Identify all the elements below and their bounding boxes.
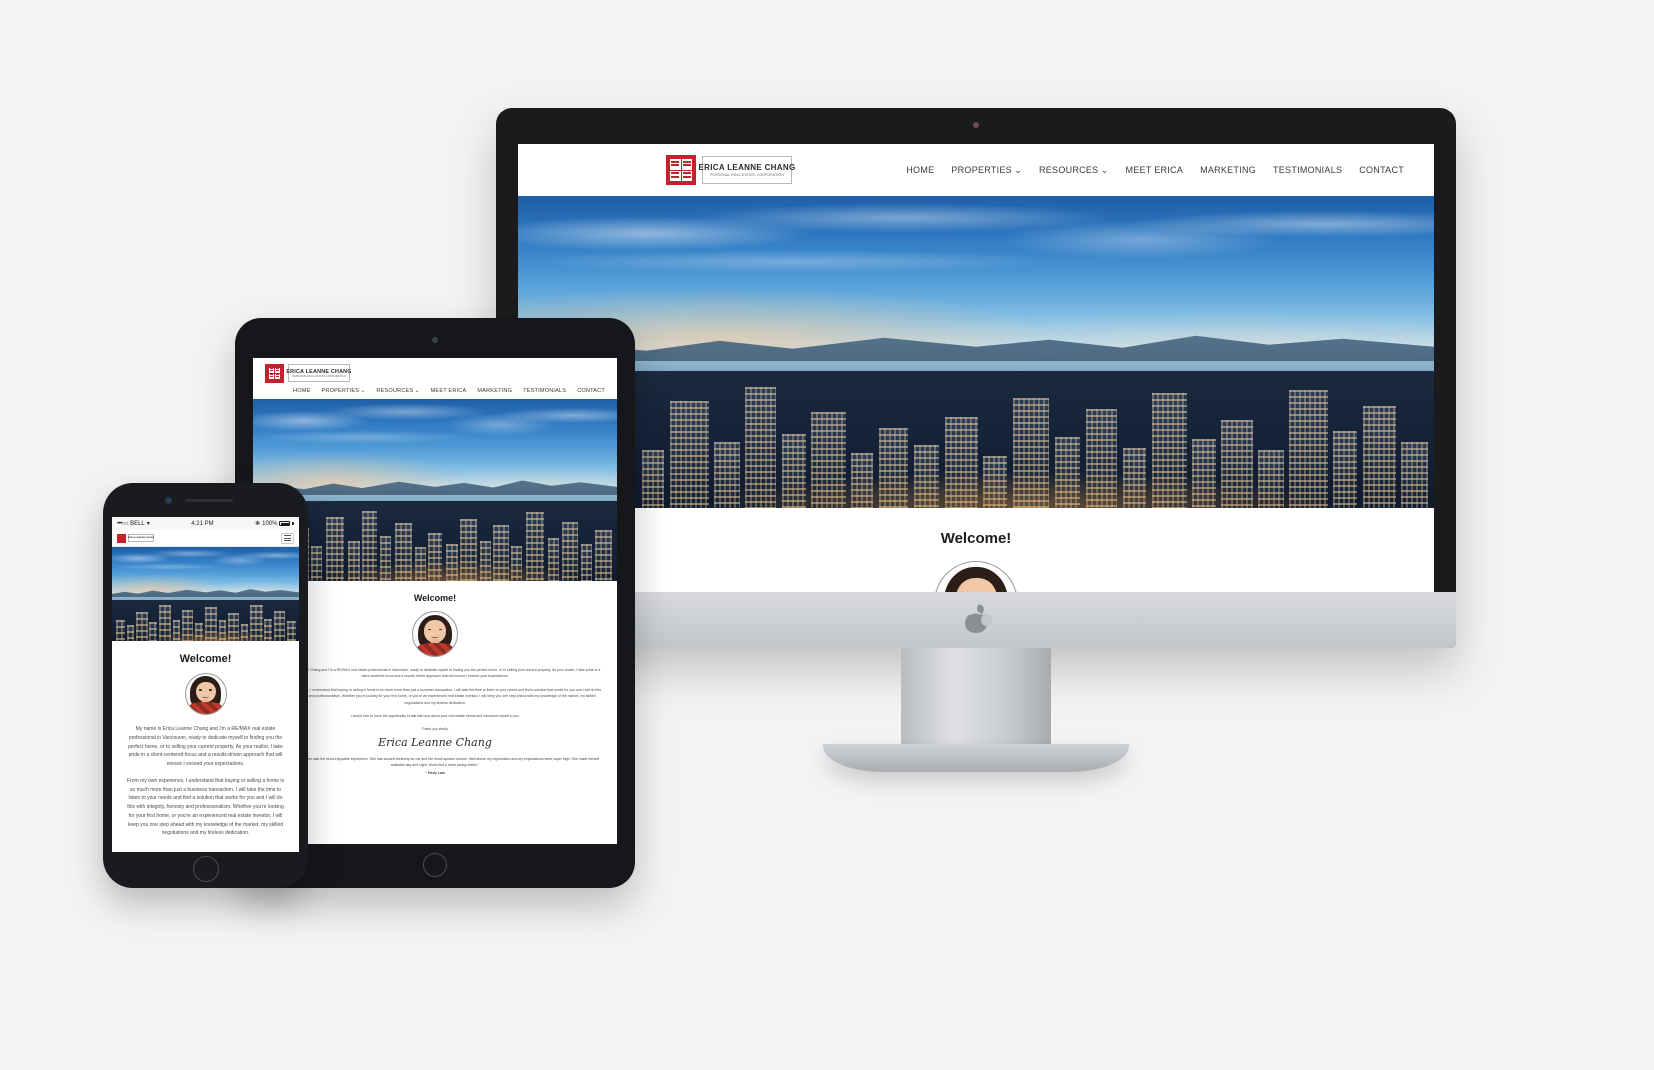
nav-item-contact[interactable]: CONTACT	[577, 388, 605, 394]
nav-item-properties[interactable]: PROPERTIES ⌄	[322, 388, 366, 394]
nav-item-marketing[interactable]: MARKETING	[477, 388, 512, 394]
ipad-home-button[interactable]	[423, 853, 447, 877]
iphone-speaker	[185, 499, 233, 502]
brand-name: ERICA LEANNE CHANG	[127, 537, 155, 539]
main-nav-desktop: HOME PROPERTIES ⌄ RESOURCES ⌄ MEET ERICA M…	[906, 165, 1404, 176]
welcome-paragraph-2: From my own experience, I understand tha…	[269, 687, 601, 705]
apple-logo-icon	[965, 604, 992, 633]
carrier-label: BELL	[130, 520, 145, 527]
nav-label: MEET ERICA	[430, 388, 467, 394]
brand-logo-tablet[interactable]: ERICA LEANNE CHANG PERSONAL REAL ESTATE …	[265, 363, 351, 383]
welcome-paragraph-3: I would love to have the opportunity to …	[350, 714, 520, 719]
welcome-title: Welcome!	[179, 653, 232, 665]
brand-logo-mobile[interactable]: ERICA LEANNE CHANG	[117, 533, 154, 543]
welcome-title: Welcome!	[940, 530, 1012, 547]
hamburger-menu-icon[interactable]	[281, 532, 294, 544]
brand-subtitle: PERSONAL REAL ESTATE CORPORATION	[292, 374, 346, 378]
imac-screen: ERICA LEANNE CHANG PERSONAL REAL ESTATE …	[518, 144, 1434, 592]
chevron-down-icon: ⌄	[1014, 164, 1022, 175]
imac-chin	[496, 592, 1456, 648]
nav-item-home[interactable]: HOME	[906, 165, 934, 175]
bluetooth-icon: ✻	[255, 521, 261, 527]
iphone-bezel: •••○○ BELL ▾ 4:21 PM ✻ 100% ERICA LEANNE…	[103, 483, 308, 888]
avatar	[934, 561, 1018, 592]
nav-label: HOME	[906, 165, 935, 175]
iphone-device: •••○○ BELL ▾ 4:21 PM ✻ 100% ERICA LEANNE…	[103, 483, 308, 888]
nav-item-meet-erica[interactable]: MEET ERICA	[431, 388, 467, 394]
imac-bezel: ERICA LEANNE CHANG PERSONAL REAL ESTATE …	[496, 108, 1456, 648]
welcome-title: Welcome!	[413, 593, 457, 603]
nav-label: RESOURCES	[1039, 165, 1099, 175]
brand-subtitle: PERSONAL REAL ESTATE CORPORATION	[710, 173, 784, 177]
nav-label: CONTACT	[577, 388, 605, 394]
main-nav-tablet: HOME PROPERTIES ⌄ RESOURCES ⌄ MEET ERICA M…	[253, 388, 617, 399]
hero-image-desktop	[518, 196, 1434, 508]
site-header-tablet: ERICA LEANNE CHANG PERSONAL REAL ESTATE …	[253, 358, 617, 388]
nav-item-marketing[interactable]: MARKETING	[1200, 165, 1256, 175]
welcome-paragraph-2: From my own experience, I understand tha…	[126, 777, 285, 837]
testimonial-author: ~ Hedy Lam	[424, 771, 446, 776]
nav-item-properties[interactable]: PROPERTIES ⌄	[951, 165, 1022, 176]
nav-label: MARKETING	[477, 388, 513, 394]
welcome-section-desktop: Welcome!	[518, 508, 1434, 592]
iphone-screen: •••○○ BELL ▾ 4:21 PM ✻ 100% ERICA LEANNE…	[112, 517, 299, 852]
site-header-mobile: ERICA LEANNE CHANG	[112, 530, 299, 547]
chinese-seal-icon	[666, 155, 696, 185]
nav-item-home[interactable]: HOME	[293, 388, 310, 394]
nav-label: PROPERTIES	[321, 388, 360, 394]
avatar	[184, 673, 227, 715]
nav-item-testimonials[interactable]: TESTIMONIALS	[1273, 165, 1342, 175]
hero-image-mobile	[112, 547, 299, 641]
nav-item-resources[interactable]: RESOURCES ⌄	[1039, 165, 1109, 176]
imac-stand-neck	[901, 648, 1051, 756]
nav-item-resources[interactable]: RESOURCES ⌄	[376, 388, 419, 394]
site-header-desktop: ERICA LEANNE CHANG PERSONAL REAL ESTATE …	[518, 144, 1434, 196]
avatar	[412, 611, 458, 657]
mockup-scene: ERICA LEANNE CHANG PERSONAL REAL ESTATE …	[0, 0, 1654, 1070]
nav-item-contact[interactable]: CONTACT	[1359, 165, 1404, 175]
chevron-down-icon: ⌄	[414, 388, 420, 394]
nav-label: MEET ERICA	[1125, 165, 1184, 175]
signature: Erica Leanne Chang	[378, 735, 492, 749]
brand-nameplate: ERICA LEANNE CHANG PERSONAL REAL ESTATE …	[286, 364, 351, 382]
status-bar-time: 4:21 PM	[191, 520, 214, 527]
chinese-seal-icon	[117, 533, 126, 543]
nav-label: PROPERTIES	[951, 165, 1012, 175]
testimonial-quote: "Erica made my first home sale the most …	[271, 756, 599, 768]
imac-camera-icon	[973, 122, 979, 128]
nav-label: MARKETING	[1200, 165, 1256, 175]
welcome-paragraph-1: My name is Erica Leanne Chang and I'm a …	[128, 726, 283, 767]
wifi-icon: ▾	[146, 521, 150, 527]
signal-strength-icon: •••○○	[117, 520, 129, 527]
iphone-home-button[interactable]	[192, 856, 219, 882]
battery-tip	[292, 522, 294, 525]
imac-stand-foot	[823, 744, 1129, 772]
nav-label: TESTIMONIALS	[1273, 165, 1343, 175]
ipad-camera-icon	[432, 337, 438, 343]
chevron-down-icon: ⌄	[360, 388, 366, 394]
brand-logo-desktop[interactable]: ERICA LEANNE CHANG PERSONAL REAL ESTATE …	[666, 155, 795, 185]
nav-label: RESOURCES	[376, 388, 414, 394]
battery-icon	[279, 521, 291, 526]
nav-item-meet-erica[interactable]: MEET ERICA	[1126, 165, 1184, 175]
welcome-paragraph-1: My name is Erica Leanne Chang and I'm a …	[269, 668, 601, 679]
website-desktop: ERICA LEANNE CHANG PERSONAL REAL ESTATE …	[518, 144, 1434, 592]
brand-name: ERICA LEANNE CHANG	[698, 163, 796, 172]
welcome-closing: Thank you kindly,	[421, 726, 449, 731]
battery-percent: 100%	[262, 520, 278, 527]
brand-nameplate: ERICA LEANNE CHANG PERSONAL REAL ESTATE …	[698, 156, 795, 184]
nav-label: HOME	[293, 388, 311, 394]
welcome-section-mobile: Welcome! My name is Erica Leanne Chang a…	[112, 641, 299, 838]
nav-label: CONTACT	[1359, 165, 1404, 175]
nav-item-testimonials[interactable]: TESTIMONIALS	[523, 388, 566, 394]
chevron-down-icon: ⌄	[1100, 164, 1109, 175]
chinese-seal-icon	[265, 363, 284, 383]
imac-device: ERICA LEANNE CHANG PERSONAL REAL ESTATE …	[496, 108, 1456, 772]
ios-status-bar: •••○○ BELL ▾ 4:21 PM ✻ 100%	[112, 517, 299, 530]
nav-label: TESTIMONIALS	[523, 388, 567, 394]
iphone-camera-icon	[165, 497, 172, 504]
brand-nameplate: ERICA LEANNE CHANG	[128, 534, 154, 542]
